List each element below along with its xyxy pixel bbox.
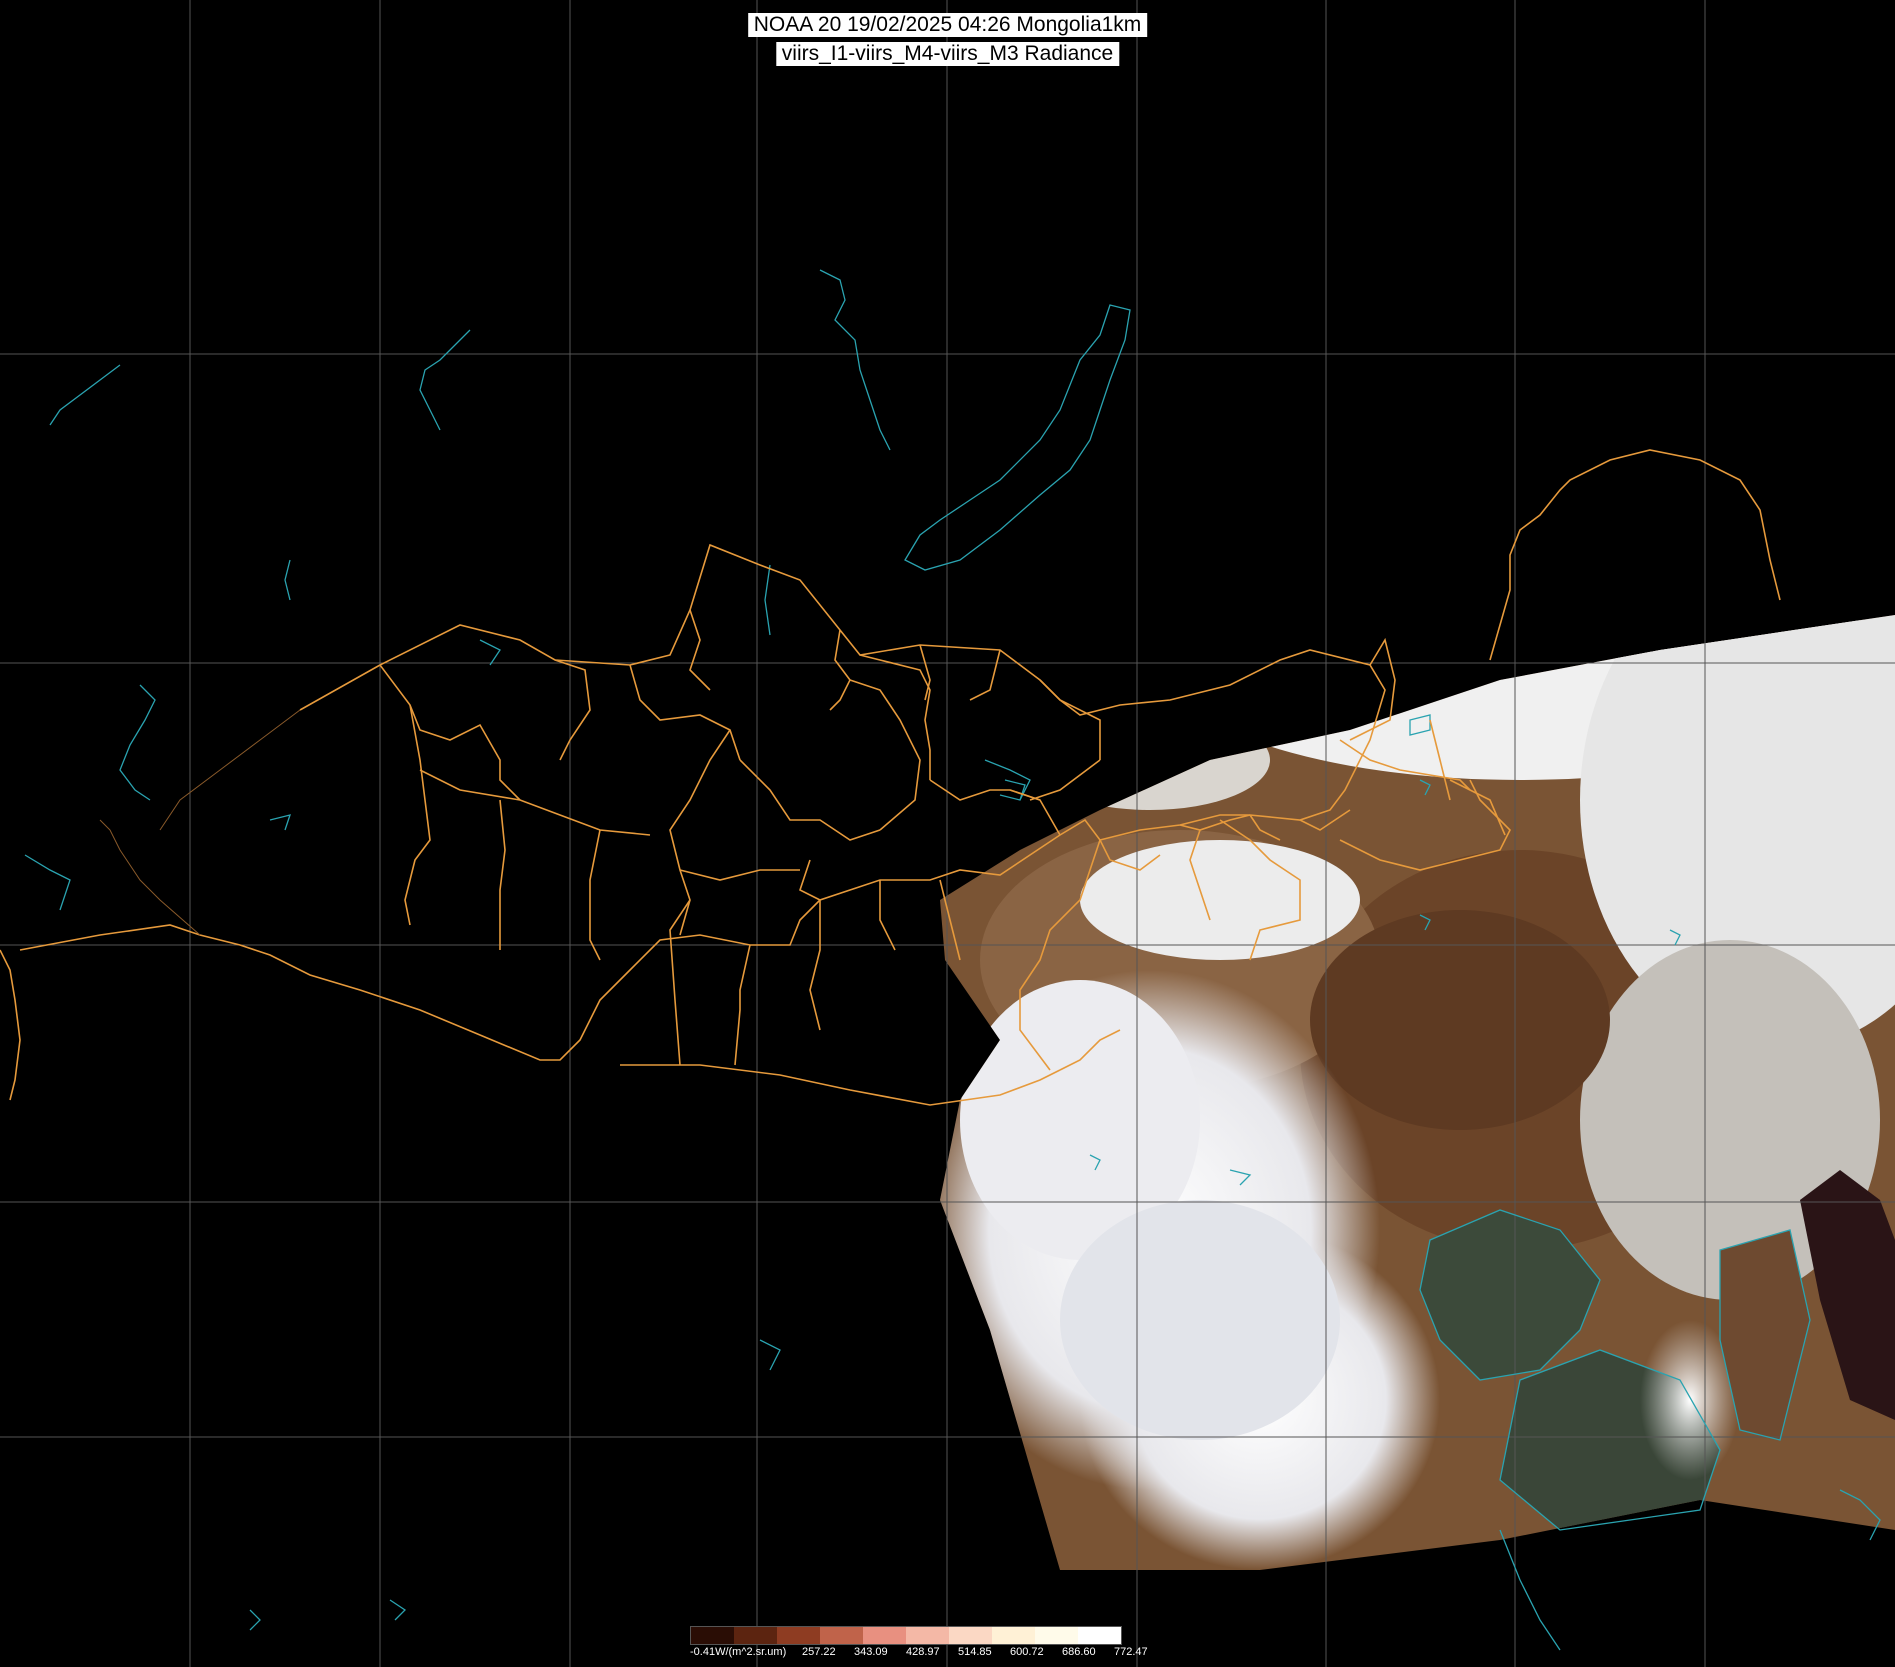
- legend-swatch-9: [1035, 1627, 1078, 1644]
- legend-tick-1: 257.22: [802, 1646, 836, 1658]
- legend-swatch-2: [734, 1627, 777, 1644]
- legend-tick-4: 514.85: [958, 1646, 992, 1658]
- color-legend: -0.41W/(m^2.sr.um) 257.22 343.09 428.97 …: [690, 1626, 1202, 1667]
- legend-swatch-3: [777, 1627, 820, 1644]
- legend-unit-label: -0.41W/(m^2.sr.um): [690, 1646, 787, 1658]
- legend-swatch-6: [906, 1627, 949, 1644]
- satellite-map: [0, 0, 1895, 1667]
- legend-tick-6: 686.60: [1062, 1646, 1096, 1658]
- legend-labels: -0.41W/(m^2.sr.um) 257.22 343.09 428.97 …: [690, 1646, 1166, 1658]
- legend-swatch-5: [863, 1627, 906, 1644]
- map-title-line1: NOAA 20 19/02/2025 04:26 Mongolia1km: [747, 13, 1148, 37]
- legend-tick-3: 428.97: [906, 1646, 940, 1658]
- legend-tick-2: 343.09: [854, 1646, 888, 1658]
- legend-color-bar: [690, 1626, 1122, 1645]
- legend-tick-5: 600.72: [1010, 1646, 1044, 1658]
- legend-swatch-7: [949, 1627, 992, 1644]
- legend-swatch-4: [820, 1627, 863, 1644]
- legend-swatch-10: [1078, 1627, 1121, 1644]
- map-title-line2: viirs_I1-viirs_M4-viirs_M3 Radiance: [775, 42, 1120, 66]
- legend-swatch-1: [691, 1627, 734, 1644]
- legend-tick-7: 772.47: [1114, 1646, 1148, 1658]
- legend-swatch-8: [992, 1627, 1035, 1644]
